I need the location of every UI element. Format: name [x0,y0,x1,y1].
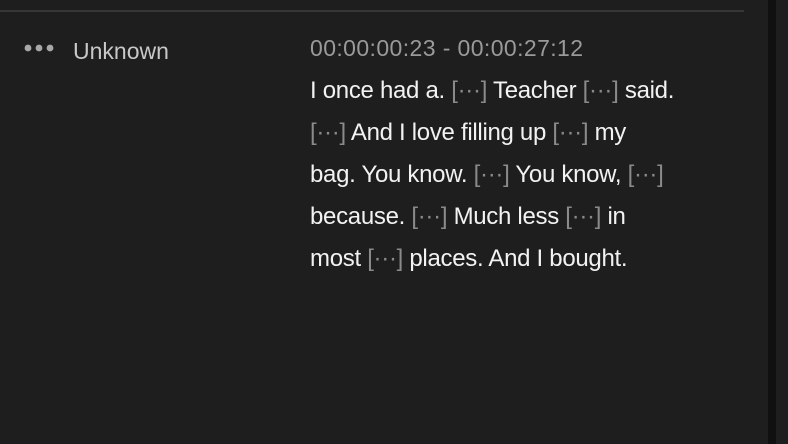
transcript-words[interactable]: because. [310,203,411,230]
transcript-words[interactable]: my [588,119,627,146]
adjacent-panel-edge [776,0,788,444]
pause-marker[interactable]: [···] [411,203,447,230]
pause-marker[interactable]: [···] [367,245,403,272]
transcript-words[interactable]: Much less [447,203,565,230]
transcript-words[interactable]: Teacher [487,77,583,104]
transcript-text[interactable]: I once had a. [···] Teacher [···] said.[… [310,70,730,280]
transcript-words[interactable]: I once had a. [310,77,451,104]
speaker-options-button[interactable] [22,36,58,60]
pause-marker[interactable]: [···] [451,77,487,104]
pause-marker[interactable]: [···] [583,77,619,104]
transcript-line: because. [···] Much less [···] in [310,196,730,238]
pause-marker[interactable]: [···] [552,119,588,146]
transcript-words[interactable]: most [310,245,367,272]
transcript-line: bag. You know. [···] You know, [···] [310,154,730,196]
transcript-line: [···] And I love filling up [···] my [310,112,730,154]
transcript-line: most [···] places. And I bought. [310,238,730,280]
transcript-line: I once had a. [···] Teacher [···] said. [310,70,730,112]
pause-marker[interactable]: [···] [565,203,601,230]
transcript-panel: Unknown 00:00:00:23 - 00:00:27:12 I once… [0,0,768,444]
pause-marker[interactable]: [···] [628,161,664,188]
transcript-words[interactable]: places. And I bought. [403,245,627,272]
transcript-words[interactable]: in [601,203,625,230]
segment-timecode: 00:00:00:23 - 00:00:27:12 [310,35,584,61]
transcript-words[interactable]: said. [619,77,675,104]
speaker-name[interactable]: Unknown [73,36,169,66]
transcript-words[interactable]: And I love filling up [346,119,553,146]
pause-marker[interactable]: [···] [310,119,346,146]
pause-marker[interactable]: [···] [474,161,510,188]
panel-splitter[interactable] [768,0,776,444]
transcript-words[interactable]: bag. You know. [310,161,474,188]
divider [0,10,744,12]
transcript-words[interactable]: You know, [509,161,627,188]
more-horizontal-icon [23,43,57,53]
